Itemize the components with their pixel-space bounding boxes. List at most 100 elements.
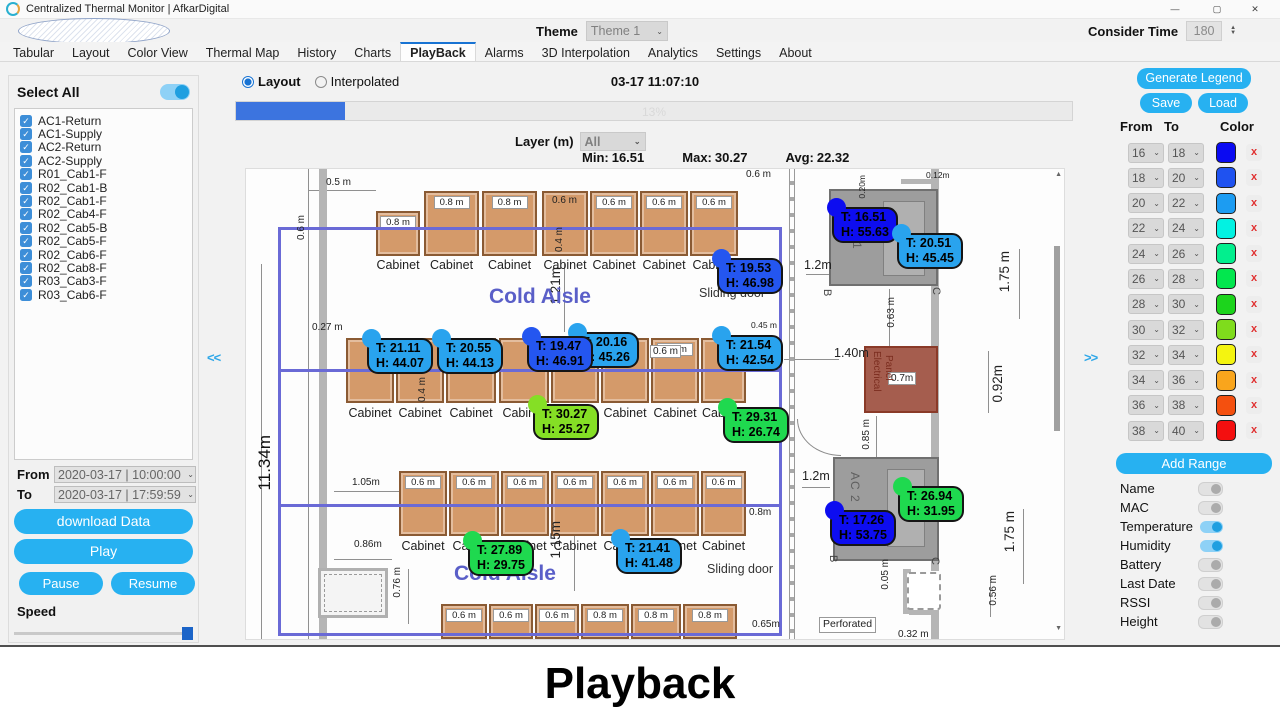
sensor-badge[interactable]: T: 21.11H: 44.07 xyxy=(367,338,433,374)
range-color-swatch[interactable] xyxy=(1216,395,1236,416)
checkbox-checked-icon[interactable]: ✓ xyxy=(20,262,32,274)
tab-history[interactable]: History xyxy=(288,42,345,61)
range-color-swatch[interactable] xyxy=(1216,370,1236,391)
toggle-mac[interactable] xyxy=(1198,501,1223,515)
range-to-select[interactable]: 38⌄ xyxy=(1168,395,1204,415)
collapse-right-button[interactable]: >> xyxy=(1084,350,1097,365)
maximize-button[interactable]: ▢ xyxy=(1200,0,1234,18)
range-remove-button[interactable]: x xyxy=(1246,245,1262,262)
range-from-select[interactable]: 24⌄ xyxy=(1128,244,1164,264)
range-color-swatch[interactable] xyxy=(1216,167,1236,188)
sensor-badge[interactable]: T: 29.31H: 26.74 xyxy=(723,407,789,443)
tab-alarms[interactable]: Alarms xyxy=(476,42,533,61)
range-to-select[interactable]: 20⌄ xyxy=(1168,168,1204,188)
range-from-select[interactable]: 16⌄ xyxy=(1128,143,1164,163)
checkbox-checked-icon[interactable]: ✓ xyxy=(20,195,32,207)
range-to-select[interactable]: 34⌄ xyxy=(1168,345,1204,365)
checkbox-checked-icon[interactable]: ✓ xyxy=(20,222,32,234)
toggle-temperature[interactable] xyxy=(1200,521,1223,533)
checkbox-checked-icon[interactable]: ✓ xyxy=(20,208,32,220)
tab-about[interactable]: About xyxy=(770,42,821,61)
spinner-arrows-icon[interactable]: ▲ ▼ xyxy=(1230,26,1236,36)
range-to-select[interactable]: 18⌄ xyxy=(1168,143,1204,163)
range-from-select[interactable]: 36⌄ xyxy=(1128,395,1164,415)
generate-legend-button[interactable]: Generate Legend xyxy=(1137,68,1251,89)
sensor-badge[interactable]: T: 20.55H: 44.13 xyxy=(437,338,503,374)
checkbox-checked-icon[interactable]: ✓ xyxy=(20,275,32,287)
checkbox-checked-icon[interactable]: ✓ xyxy=(20,168,32,180)
range-from-select[interactable]: 18⌄ xyxy=(1128,168,1164,188)
range-color-swatch[interactable] xyxy=(1216,218,1236,239)
range-remove-button[interactable]: x xyxy=(1246,397,1262,414)
consider-time-input[interactable]: 180 xyxy=(1186,21,1222,41)
download-data-button[interactable]: download Data xyxy=(14,509,193,534)
range-remove-button[interactable]: x xyxy=(1246,372,1262,389)
range-color-swatch[interactable] xyxy=(1216,319,1236,340)
sensor-badge[interactable]: T: 21.41H: 41.48 xyxy=(616,538,682,574)
tab-layout[interactable]: Layout xyxy=(63,42,119,61)
range-remove-button[interactable]: x xyxy=(1246,169,1262,186)
checkbox-checked-icon[interactable]: ✓ xyxy=(20,128,32,140)
tab-charts[interactable]: Charts xyxy=(345,42,400,61)
sensor-badge[interactable]: T: 21.54H: 42.54 xyxy=(717,335,783,371)
range-remove-button[interactable]: x xyxy=(1246,321,1262,338)
tab-analytics[interactable]: Analytics xyxy=(639,42,707,61)
range-to-select[interactable]: 30⌄ xyxy=(1168,294,1204,314)
range-to-select[interactable]: 24⌄ xyxy=(1168,218,1204,238)
range-from-select[interactable]: 32⌄ xyxy=(1128,345,1164,365)
range-remove-button[interactable]: x xyxy=(1246,346,1262,363)
range-color-swatch[interactable] xyxy=(1216,344,1236,365)
layer-select[interactable]: All ⌄ xyxy=(580,132,646,151)
range-remove-button[interactable]: x xyxy=(1246,195,1262,212)
resume-button[interactable]: Resume xyxy=(111,572,195,595)
checkbox-checked-icon[interactable]: ✓ xyxy=(20,155,32,167)
toggle-humidity[interactable] xyxy=(1200,540,1223,552)
select-all-toggle[interactable] xyxy=(160,84,190,100)
range-remove-button[interactable]: x xyxy=(1246,422,1262,439)
to-date-input[interactable]: 2020-03-17 | 17:59:59 ⌄ xyxy=(54,486,196,503)
range-to-select[interactable]: 40⌄ xyxy=(1168,421,1204,441)
collapse-left-button[interactable]: << xyxy=(207,350,220,365)
checkbox-checked-icon[interactable]: ✓ xyxy=(20,289,32,301)
range-color-swatch[interactable] xyxy=(1216,294,1236,315)
sensor-badge[interactable]: T: 16.51H: 55.63 xyxy=(832,207,898,243)
pause-button[interactable]: Pause xyxy=(19,572,103,595)
theme-select[interactable]: Theme 1 ⌄ xyxy=(586,21,668,41)
toggle-last-date[interactable] xyxy=(1198,577,1223,591)
checkbox-checked-icon[interactable]: ✓ xyxy=(20,115,32,127)
close-button[interactable]: ✕ xyxy=(1238,0,1272,18)
plan-scrollbar-thumb[interactable] xyxy=(1054,246,1060,431)
range-from-select[interactable]: 30⌄ xyxy=(1128,320,1164,340)
range-to-select[interactable]: 36⌄ xyxy=(1168,370,1204,390)
toggle-height[interactable] xyxy=(1198,615,1223,629)
range-remove-button[interactable]: x xyxy=(1246,270,1262,287)
range-remove-button[interactable]: x xyxy=(1246,144,1262,161)
range-from-select[interactable]: 20⌄ xyxy=(1128,193,1164,213)
tab-3d-interpolation[interactable]: 3D Interpolation xyxy=(533,42,639,61)
speed-slider-track[interactable] xyxy=(14,632,193,635)
sensor-badge[interactable]: T: 19.53H: 46.98 xyxy=(717,258,783,294)
range-to-select[interactable]: 32⌄ xyxy=(1168,320,1204,340)
sensor-badge[interactable]: T: 17.26H: 53.75 xyxy=(830,510,896,546)
tab-settings[interactable]: Settings xyxy=(707,42,770,61)
toggle-rssi[interactable] xyxy=(1198,596,1223,610)
range-remove-button[interactable]: x xyxy=(1246,220,1262,237)
range-color-swatch[interactable] xyxy=(1216,243,1236,264)
load-button[interactable]: Load xyxy=(1198,93,1248,113)
checkbox-checked-icon[interactable]: ✓ xyxy=(20,141,32,153)
tab-tabular[interactable]: Tabular xyxy=(4,42,63,61)
range-color-swatch[interactable] xyxy=(1216,193,1236,214)
tab-thermal-map[interactable]: Thermal Map xyxy=(197,42,289,61)
checkbox-checked-icon[interactable]: ✓ xyxy=(20,182,32,194)
speed-slider-handle[interactable] xyxy=(182,627,193,640)
sensor-badge[interactable]: T: 27.89H: 29.75 xyxy=(468,540,534,576)
play-button[interactable]: Play xyxy=(14,539,193,564)
checkbox-checked-icon[interactable]: ✓ xyxy=(20,249,32,261)
range-to-select[interactable]: 26⌄ xyxy=(1168,244,1204,264)
range-from-select[interactable]: 28⌄ xyxy=(1128,294,1164,314)
range-color-swatch[interactable] xyxy=(1216,420,1236,441)
checkbox-checked-icon[interactable]: ✓ xyxy=(20,235,32,247)
range-color-swatch[interactable] xyxy=(1216,142,1236,163)
toggle-battery[interactable] xyxy=(1198,558,1223,572)
range-to-select[interactable]: 22⌄ xyxy=(1168,193,1204,213)
